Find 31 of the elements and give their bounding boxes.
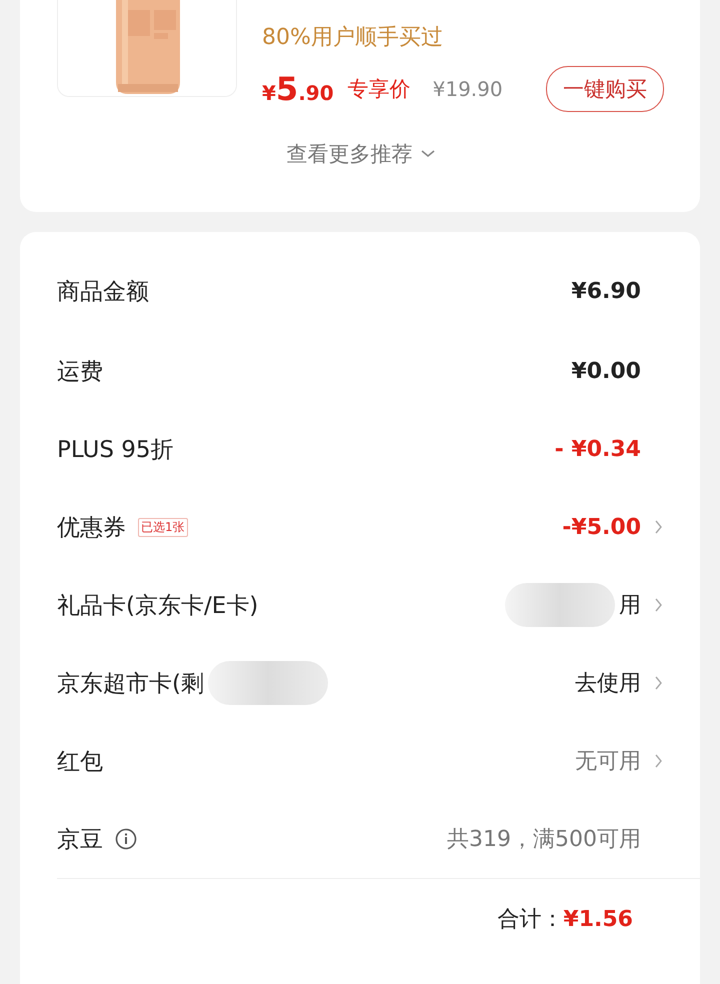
row-label: PLUS 95折: [57, 436, 174, 464]
row-label: 优惠券: [57, 514, 126, 542]
buy-button[interactable]: 一键购买: [546, 66, 664, 112]
total-label: 合计：: [497, 906, 564, 934]
chevron-right-icon[interactable]: [655, 598, 663, 612]
purchase-note: 80%用户顺手买过: [262, 24, 443, 52]
row-value: 去使用: [575, 670, 641, 698]
chevron-right-icon[interactable]: [655, 676, 663, 690]
price-tag: 专享价: [348, 75, 411, 103]
row-value: ¥6.90: [571, 278, 641, 304]
row-label: 商品金额: [57, 278, 149, 306]
chevron-right-icon[interactable]: [655, 754, 663, 768]
row-value: - ¥0.34: [554, 436, 641, 462]
total-value: ¥1.56: [563, 906, 633, 932]
more-recommendations-link[interactable]: 查看更多推荐: [286, 140, 412, 168]
info-icon[interactable]: [115, 828, 137, 850]
row-label: 礼品卡(京东卡/E卡): [57, 592, 258, 620]
coupon-badge: 已选1张: [138, 518, 188, 536]
row-label: 京豆: [57, 826, 103, 854]
price: ¥5.90: [262, 70, 334, 108]
chevron-down-icon: [420, 150, 434, 158]
original-price: ¥19.90: [432, 77, 503, 101]
chevron-right-icon[interactable]: [655, 520, 663, 534]
row-value: 共319，满500可用: [447, 826, 641, 854]
row-value: ¥0.00: [571, 358, 641, 384]
row-value: 用: [619, 592, 641, 620]
row-value: -¥5.00: [562, 514, 641, 540]
row-label: 运费: [57, 358, 103, 386]
row-label: 京东超市卡(剩: [57, 670, 204, 698]
row-label: 红包: [57, 748, 103, 776]
row-value: 无可用: [575, 748, 641, 776]
